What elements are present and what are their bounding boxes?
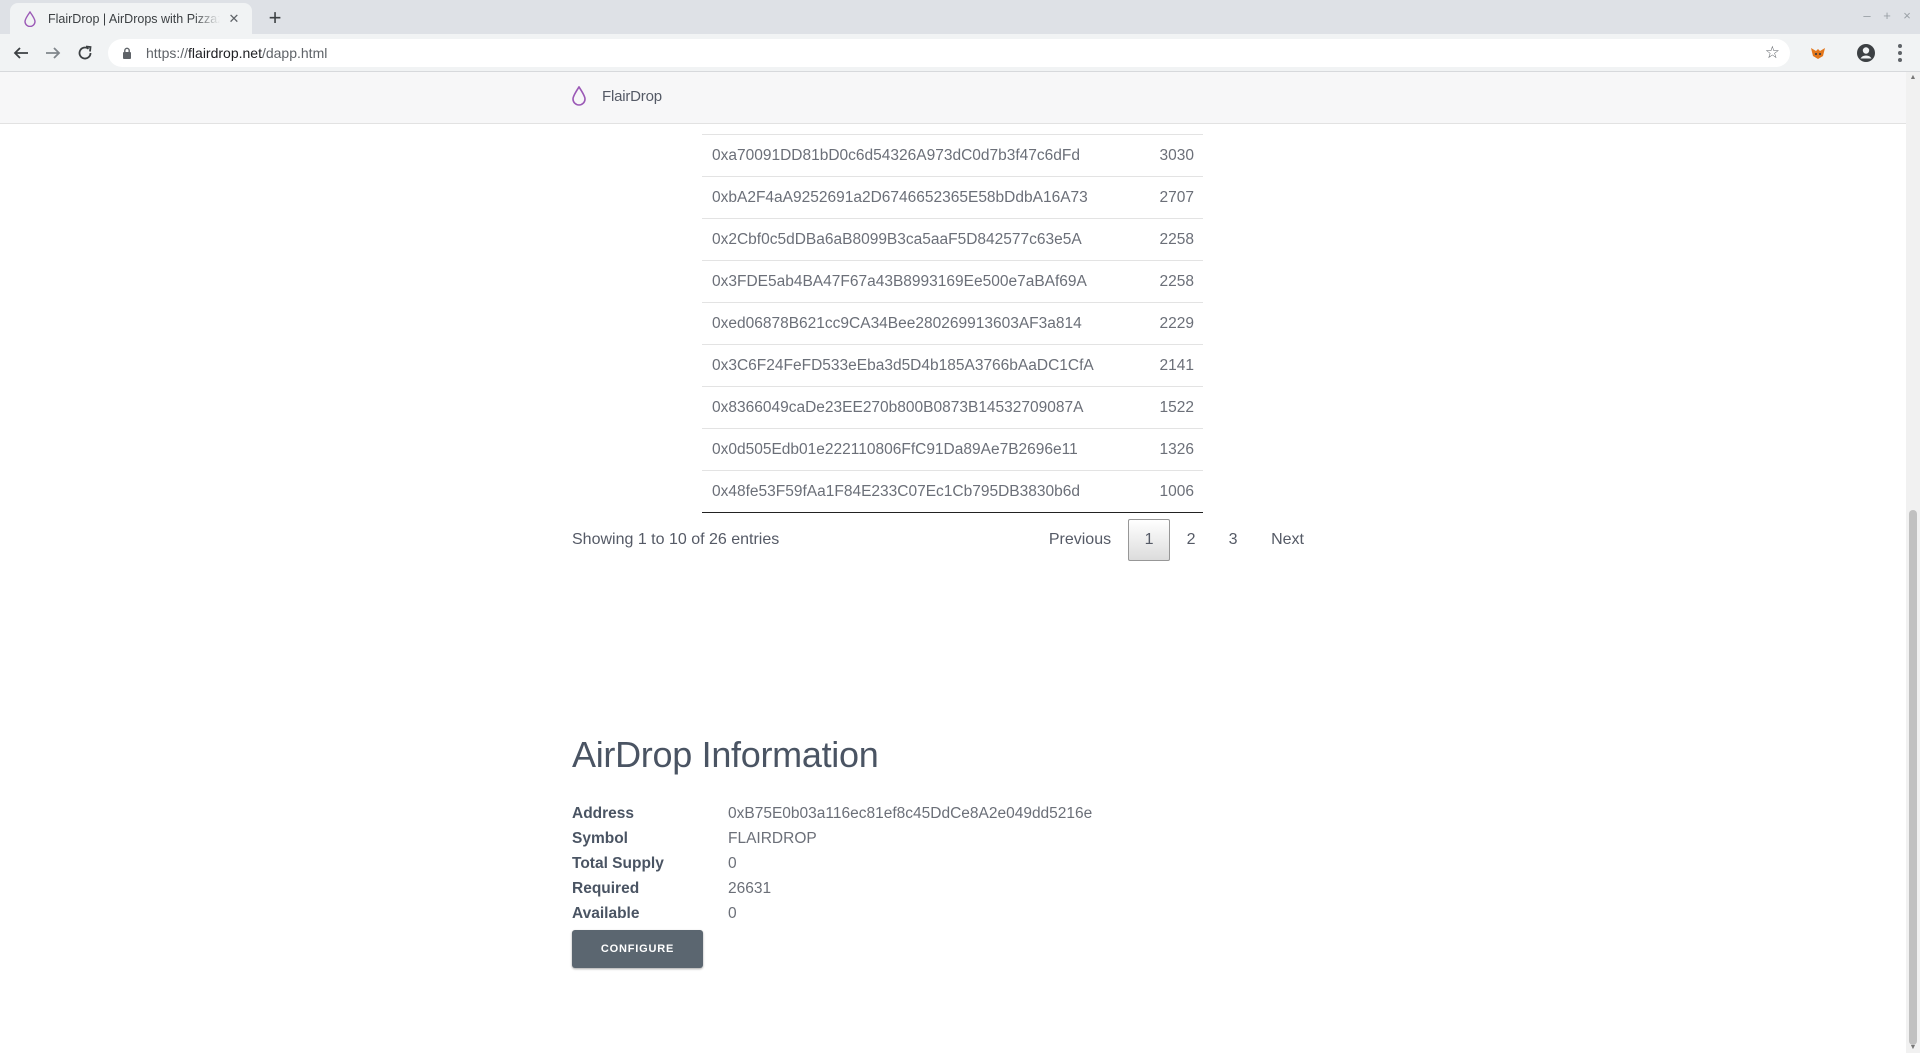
- brand-link[interactable]: FlairDrop: [572, 85, 662, 107]
- detail-value: 0: [728, 904, 737, 922]
- recipient-amount: 2707: [1159, 188, 1194, 206]
- browser-tabstrip: FlairDrop | AirDrops with Pizzazz ✕ + – …: [0, 0, 1920, 34]
- table-row: 0x2Cbf0c5dDBa6aB8099B3ca5aaF5D842577c63e…: [702, 218, 1203, 260]
- recipient-address: 0x3FDE5ab4BA47F67a43B8993169Ee500e7aBAf6…: [712, 272, 1087, 290]
- detail-label: Available: [572, 904, 640, 922]
- page-viewport: FlairDrop 0xa70091DD81bD0c6d54326A973dC0…: [0, 72, 1906, 1053]
- extension-icon[interactable]: [1808, 43, 1828, 63]
- recipient-address: 0x8366049caDe23EE270b800B0873B1453270908…: [712, 398, 1084, 416]
- close-icon[interactable]: ✕: [226, 11, 242, 27]
- scroll-thumb[interactable]: [1909, 510, 1917, 1045]
- table-row: 0x0d505Edb01e222110806FfC91Da89Ae7B2696e…: [702, 428, 1203, 470]
- site-navbar: FlairDrop: [0, 72, 1906, 124]
- browser-toolbar: https://flairdrop.net/dapp.html ☆: [0, 34, 1920, 72]
- detail-label: Symbol: [572, 829, 628, 847]
- detail-value: 26631: [728, 879, 772, 897]
- recipient-amount: 2258: [1159, 272, 1194, 290]
- recipient-address: 0x3C6F24FeFD533eEba3d5D4b185A3766bAaDC1C…: [712, 356, 1094, 374]
- recipient-address: 0xa70091DD81bD0c6d54326A973dC0d7b3f47c6d…: [712, 146, 1080, 164]
- recipient-address: 0x0d505Edb01e222110806FfC91Da89Ae7B2696e…: [712, 440, 1078, 458]
- profile-icon[interactable]: [1855, 42, 1877, 64]
- configure-button[interactable]: CONFIGURE: [572, 930, 703, 968]
- detail-row-address: Address 0xB75E0b03a116ec81ef8c45DdCe8A2e…: [572, 801, 1092, 826]
- table-footer: Showing 1 to 10 of 26 entries Previous 1…: [572, 518, 1317, 562]
- page-3-button[interactable]: 3: [1212, 519, 1254, 561]
- recipient-amount: 2258: [1159, 230, 1194, 248]
- lock-icon[interactable]: [122, 46, 134, 60]
- recipients-table: 0xa70091DD81bD0c6d54326A973dC0d7b3f47c6d…: [702, 134, 1203, 513]
- table-row: 0x8366049caDe23EE270b800B0873B1453270908…: [702, 386, 1203, 428]
- detail-label: Address: [572, 804, 635, 822]
- recipient-address: 0xed06878B621cc9CA34Bee280269913603AF3a8…: [712, 314, 1082, 332]
- table-row: 0xed06878B621cc9CA34Bee280269913603AF3a8…: [702, 302, 1203, 344]
- page-2-button[interactable]: 2: [1170, 519, 1212, 561]
- detail-row-total-supply: Total Supply 0: [572, 851, 1092, 876]
- recipient-amount: 1006: [1159, 482, 1194, 500]
- scroll-up-arrow-icon[interactable]: ▲: [1909, 74, 1917, 81]
- maximize-button[interactable]: +: [1882, 8, 1892, 23]
- forward-arrow-icon[interactable]: [40, 40, 66, 66]
- back-arrow-icon[interactable]: [8, 40, 34, 66]
- entries-info: Showing 1 to 10 of 26 entries: [572, 531, 780, 548]
- url-scheme: https://: [146, 45, 189, 61]
- plus-icon[interactable]: +: [263, 6, 287, 30]
- window-controls: – + ×: [1862, 8, 1912, 23]
- airdrop-info-title: AirDrop Information: [572, 734, 879, 775]
- recipient-amount: 1326: [1159, 440, 1194, 458]
- url-host: flairdrop.net: [188, 45, 262, 61]
- url-path: /dapp.html: [261, 45, 328, 61]
- detail-label: Required: [572, 879, 640, 897]
- minimize-button[interactable]: –: [1862, 8, 1872, 23]
- table-row: 0x3C6F24FeFD533eEba3d5D4b185A3766bAaDC1C…: [702, 344, 1203, 386]
- pagination: Previous 1 2 3 Next: [1036, 519, 1317, 561]
- detail-value: 0xB75E0b03a116ec81ef8c45DdCe8A2e049dd521…: [728, 804, 1093, 822]
- table-row: 0x3FDE5ab4BA47F67a43B8993169Ee500e7aBAf6…: [702, 260, 1203, 302]
- droplet-icon: [24, 10, 38, 27]
- page-scrollbar[interactable]: ▲ ▼: [1906, 72, 1920, 1053]
- recipient-amount: 2141: [1159, 356, 1194, 374]
- reload-icon[interactable]: [72, 40, 98, 66]
- brand-name: FlairDrop: [602, 87, 662, 105]
- detail-value: FLAIRDROP: [728, 829, 817, 847]
- url-text: https://flairdrop.net/dapp.html: [146, 45, 327, 61]
- detail-row-available: Available 0: [572, 901, 1092, 926]
- recipient-amount: 2229: [1159, 314, 1194, 332]
- detail-label: Total Supply: [572, 854, 664, 872]
- recipient-amount: 1522: [1159, 398, 1194, 416]
- browser-tab[interactable]: FlairDrop | AirDrops with Pizzazz ✕: [10, 3, 252, 34]
- next-page-button[interactable]: Next: [1258, 519, 1317, 561]
- table-row: 0xbA2F4aA9252691a2D6746652365E58bDdbA16A…: [702, 176, 1203, 218]
- recipient-address: 0x48fe53F59fAa1F84E233C07Ec1Cb795DB3830b…: [712, 482, 1080, 500]
- table-row: 0x48fe53F59fAa1F84E233C07Ec1Cb795DB3830b…: [702, 470, 1203, 512]
- star-icon[interactable]: ☆: [1765, 43, 1780, 63]
- recipient-amount: 3030: [1159, 146, 1194, 164]
- droplet-icon: [572, 85, 588, 107]
- detail-row-required: Required 26631: [572, 876, 1092, 901]
- page-1-button[interactable]: 1: [1128, 519, 1171, 561]
- tab-title: FlairDrop | AirDrops with Pizzazz: [48, 11, 220, 26]
- menu-icon[interactable]: [1892, 42, 1908, 64]
- detail-value: 0: [728, 854, 737, 872]
- scroll-down-arrow-icon[interactable]: ▼: [1909, 1044, 1917, 1051]
- detail-row-symbol: Symbol FLAIRDROP: [572, 826, 1092, 851]
- table-row: 0xa70091DD81bD0c6d54326A973dC0d7b3f47c6d…: [702, 134, 1203, 176]
- address-bar[interactable]: https://flairdrop.net/dapp.html ☆: [108, 39, 1790, 67]
- recipient-address: 0x2Cbf0c5dDBa6aB8099B3ca5aaF5D842577c63e…: [712, 230, 1082, 248]
- recipient-address: 0xbA2F4aA9252691a2D6746652365E58bDdbA16A…: [712, 188, 1088, 206]
- airdrop-details: Address 0xB75E0b03a116ec81ef8c45DdCe8A2e…: [572, 801, 1092, 926]
- previous-page-button[interactable]: Previous: [1036, 519, 1124, 561]
- close-window-button[interactable]: ×: [1902, 8, 1912, 23]
